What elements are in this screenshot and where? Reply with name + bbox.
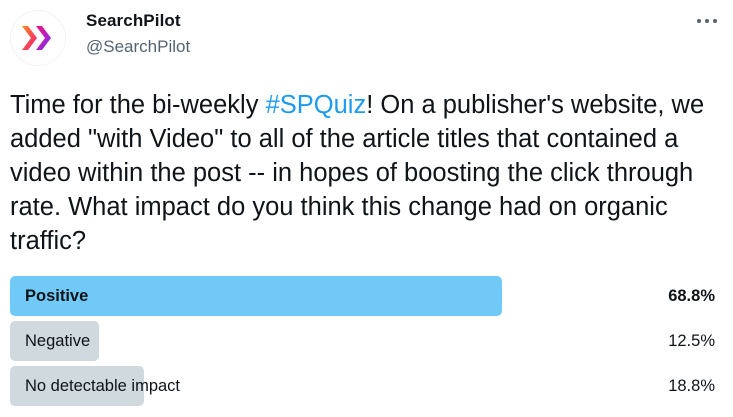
poll-option-label: No detectable impact	[25, 377, 181, 395]
more-dot	[713, 19, 717, 23]
avatar[interactable]	[10, 10, 66, 66]
poll-option-label: Negative	[25, 332, 91, 350]
poll-option-negative: Negative 12.5%	[10, 321, 725, 361]
more-dot	[705, 19, 709, 23]
tweet-text-intro: Time for the bi-weekly	[10, 91, 266, 119]
hashtag-link[interactable]: #SPQuiz	[266, 91, 367, 119]
poll-option-positive: Positive 68.8%	[10, 276, 725, 316]
poll-option-no-detectable-impact: No detectable impact 18.8%	[10, 366, 725, 406]
tweet-card: SearchPilot @SearchPilot Time for the bi…	[0, 0, 733, 417]
poll-option-label: Positive	[25, 287, 89, 305]
poll: Positive 68.8% Negative 12.5% No detecta…	[10, 276, 725, 411]
tweet-text: Time for the bi-weekly #SPQuiz! On a pub…	[10, 88, 725, 258]
author-display-name[interactable]: SearchPilot	[86, 11, 181, 31]
author-handle[interactable]: @SearchPilot	[86, 37, 190, 57]
more-dot	[697, 19, 701, 23]
searchpilot-logo-icon	[22, 26, 51, 50]
more-options-icon[interactable]	[694, 10, 720, 32]
poll-option-percent: 12.5%	[668, 332, 715, 350]
poll-option-percent: 68.8%	[668, 287, 715, 305]
poll-option-percent: 18.8%	[668, 377, 715, 395]
